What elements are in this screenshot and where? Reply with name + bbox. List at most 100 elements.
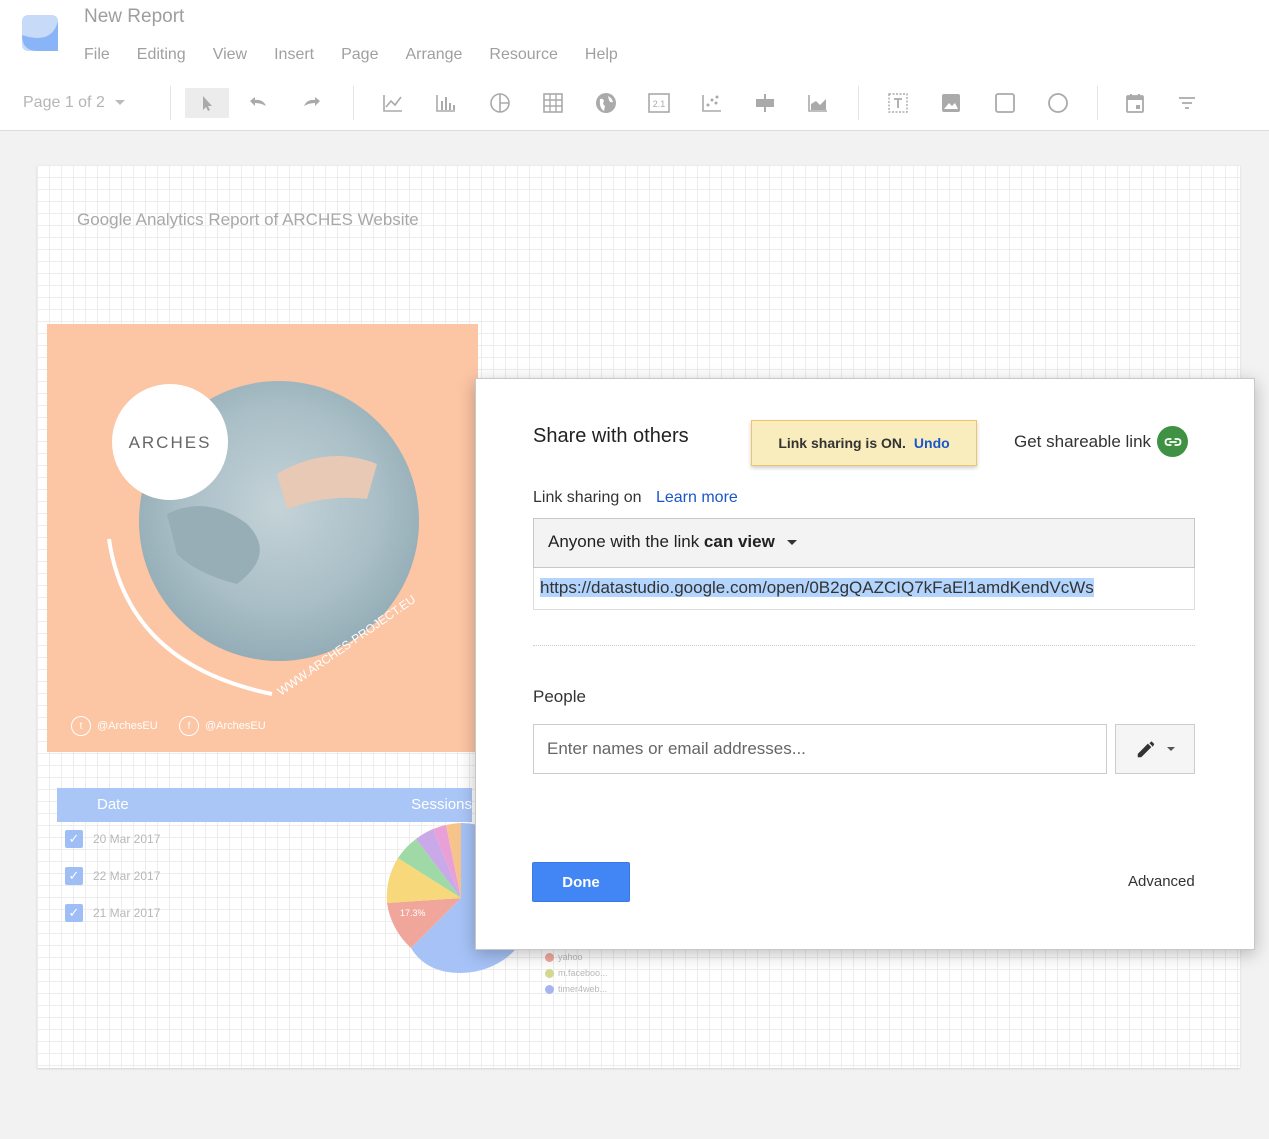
- share-url-field[interactable]: https://datastudio.google.com/open/0B2gQ…: [533, 568, 1195, 610]
- menu-arrange[interactable]: Arrange: [405, 46, 462, 64]
- scatter-chart-button[interactable]: [697, 88, 727, 118]
- redo-icon: [304, 97, 320, 106]
- table-button[interactable]: [538, 88, 568, 118]
- pencil-icon: [1137, 741, 1155, 758]
- bullet-chart-button[interactable]: [750, 88, 780, 118]
- scatter-chart-icon: [702, 95, 721, 112]
- dialog-title: Share with others: [533, 425, 689, 447]
- arches-logo-text: ARCHES: [129, 433, 212, 452]
- menu-page[interactable]: Page: [341, 46, 378, 64]
- checkbox-checked-icon[interactable]: ✓: [65, 867, 83, 885]
- pie-chart-icon: [490, 93, 510, 113]
- app-header: New Report File Editing View Insert Page…: [0, 0, 1269, 131]
- people-email-input[interactable]: [533, 724, 1107, 774]
- row-date: 22 Mar 2017: [93, 869, 161, 883]
- table-icon: [543, 93, 563, 113]
- report-name[interactable]: New Report: [84, 6, 184, 28]
- table-row[interactable]: ✓ 20 Mar 2017: [65, 830, 160, 848]
- bullet-chart-icon: [756, 94, 774, 112]
- area-chart-icon: [808, 95, 827, 112]
- menu-bar: File Editing View Insert Page Arrange Re…: [84, 46, 645, 64]
- undo-link[interactable]: Undo: [914, 435, 950, 451]
- notice-text: Link sharing is ON.: [778, 435, 906, 451]
- menu-file[interactable]: File: [84, 46, 110, 64]
- page-indicator: Page 1 of 2: [23, 94, 105, 111]
- geo-map-button[interactable]: [591, 88, 621, 118]
- rectangle-icon: [995, 93, 1015, 113]
- advanced-link[interactable]: Advanced: [1128, 873, 1195, 890]
- date-range-icon: [1126, 94, 1144, 113]
- link-sharing-label: Link sharing on: [533, 489, 642, 506]
- dropdown-arrow-icon: [1167, 747, 1175, 751]
- menu-help[interactable]: Help: [585, 46, 618, 64]
- share-url-text: https://datastudio.google.com/open/0B2gQ…: [540, 578, 1094, 597]
- circle-button[interactable]: [1043, 88, 1073, 118]
- svg-text:2.1: 2.1: [653, 99, 666, 109]
- access-level-dropdown[interactable]: Anyone with the link can view: [533, 518, 1195, 568]
- legend-label: timer4web...: [558, 984, 608, 994]
- column-header-date[interactable]: Date: [97, 796, 129, 813]
- table-row[interactable]: ✓ 22 Mar 2017: [65, 867, 160, 885]
- menu-view[interactable]: View: [213, 46, 247, 64]
- scorecard-icon: 2.1: [648, 93, 670, 113]
- menu-editing[interactable]: Editing: [137, 46, 186, 64]
- facebook-icon: f: [179, 716, 199, 736]
- hero-image[interactable]: ARCHES WWW.ARCHES-PROJECT.EU t @ArchesEU…: [47, 324, 478, 752]
- toolbar: Page 1 of 2 2.1: [0, 82, 1269, 126]
- link-icon[interactable]: [1157, 426, 1189, 457]
- toolbar-divider: [353, 86, 354, 120]
- permission-dropdown[interactable]: [1115, 724, 1195, 774]
- legend-swatch: [545, 952, 554, 962]
- checkbox-checked-icon[interactable]: ✓: [65, 830, 83, 848]
- data-studio-logo-icon: [22, 15, 58, 51]
- twitter-handle-text: @ArchesEU: [97, 720, 158, 732]
- rectangle-button[interactable]: [990, 88, 1020, 118]
- page-selector[interactable]: Page 1 of 2: [23, 94, 125, 112]
- circle-icon: [1048, 93, 1068, 113]
- table-header: Date Sessions: [57, 788, 472, 822]
- undo-icon: [250, 97, 266, 106]
- report-title-text[interactable]: Google Analytics Report of ARCHES Websit…: [77, 210, 419, 230]
- row-date: 21 Mar 2017: [93, 906, 161, 920]
- column-header-sessions[interactable]: Sessions: [411, 796, 472, 813]
- access-level: can view: [703, 532, 775, 551]
- scorecard-button[interactable]: 2.1: [644, 88, 674, 118]
- checkbox-checked-icon[interactable]: ✓: [65, 904, 83, 922]
- text-icon: [888, 93, 908, 113]
- facebook-handle-text: @ArchesEU: [205, 720, 266, 732]
- get-shareable-link[interactable]: Get shareable link: [1014, 426, 1189, 457]
- pie-chart-button[interactable]: [485, 88, 515, 118]
- pie-label: 17.3%: [400, 908, 426, 918]
- row-date: 20 Mar 2017: [93, 832, 161, 846]
- geo-map-icon: [596, 93, 616, 113]
- people-label: People: [533, 687, 586, 706]
- legend-swatch: [545, 968, 554, 978]
- table-row[interactable]: ✓ 21 Mar 2017: [65, 904, 160, 922]
- image-button[interactable]: [936, 88, 966, 118]
- menu-insert[interactable]: Insert: [274, 46, 314, 64]
- filter-button[interactable]: [1172, 88, 1202, 118]
- menu-resource[interactable]: Resource: [489, 46, 557, 64]
- filter-icon: [1179, 97, 1195, 109]
- select-tool-button[interactable]: [185, 88, 229, 118]
- learn-more-link[interactable]: Learn more: [656, 489, 738, 506]
- get-shareable-link-label: Get shareable link: [1014, 431, 1152, 451]
- chevron-down-icon: [114, 100, 125, 106]
- redo-button[interactable]: [297, 88, 327, 118]
- toolbar-divider: [1097, 86, 1098, 120]
- share-dialog: Share with others Link sharing is ON. Un…: [475, 378, 1255, 950]
- time-series-button[interactable]: [378, 88, 408, 118]
- date-range-button[interactable]: [1120, 88, 1150, 118]
- done-button[interactable]: Done: [532, 862, 630, 902]
- link-sharing-status: Link sharing on Learn more: [533, 489, 738, 507]
- bar-chart-button[interactable]: [431, 88, 461, 118]
- text-button[interactable]: [883, 88, 913, 118]
- section-divider: [533, 645, 1195, 646]
- hero-graphic: ARCHES WWW.ARCHES-PROJECT.EU: [107, 381, 419, 698]
- legend-swatch: [545, 984, 554, 994]
- legend-item: yahoo: [545, 949, 608, 965]
- image-icon: [942, 94, 960, 112]
- undo-button[interactable]: [243, 88, 273, 118]
- legend-label: yahoo: [558, 952, 583, 962]
- area-chart-button[interactable]: [803, 88, 833, 118]
